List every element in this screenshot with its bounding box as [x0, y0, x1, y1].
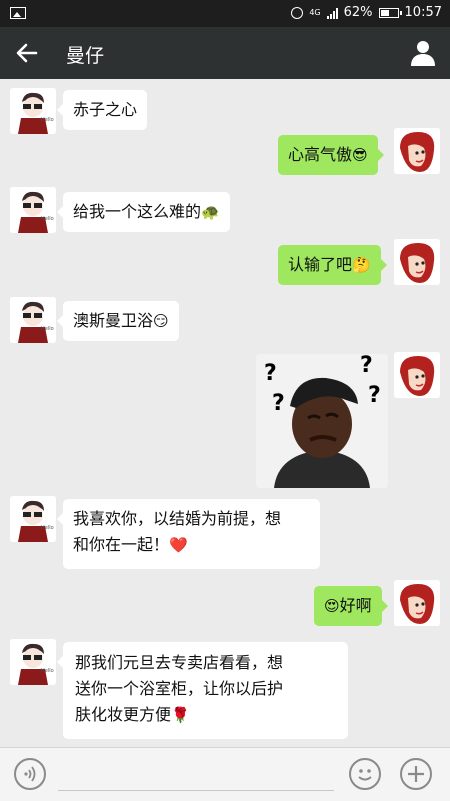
message-text: 那我们元旦去专卖店看看，想 — [75, 653, 284, 672]
message-bubble-incoming[interactable]: 给我一个这么难的🐢 — [57, 192, 230, 232]
plus-sign-icon — [408, 766, 424, 782]
cartoon-boy-avatar-icon: Hello — [10, 187, 56, 233]
contact-avatar[interactable]: Hello — [10, 496, 56, 542]
svg-text:?: ? — [360, 354, 373, 378]
svg-text:Hello: Hello — [41, 668, 54, 674]
plus-icon[interactable] — [400, 758, 432, 790]
alarm-icon — [291, 6, 304, 19]
arrow-left-icon[interactable] — [14, 40, 40, 66]
message-text: 赤子之心 — [73, 100, 138, 119]
my-avatar[interactable] — [394, 128, 440, 174]
thinking-emoji: 🤔 — [352, 256, 371, 274]
message-text: 我喜欢你，以结婚为前提，想 — [73, 509, 282, 528]
message-bubble-incoming[interactable]: 我喜欢你，以结婚为前提，想 和你在一起！❤️ — [57, 499, 320, 569]
message-bubble-incoming[interactable]: 赤子之心 — [56, 90, 148, 130]
message-text: 澳斯曼卫浴 — [73, 311, 154, 330]
message-input[interactable] — [58, 790, 334, 791]
clock: 10:57 — [404, 5, 442, 20]
message-text: 送你一个浴室柜，让你以后护 — [75, 679, 284, 698]
svg-text:Hello: Hello — [41, 216, 54, 222]
cartoon-boy-avatar-icon: Hello — [10, 297, 56, 343]
gallery-icon — [10, 7, 26, 19]
svg-text:?: ? — [264, 361, 277, 386]
signal-icon — [326, 7, 338, 19]
cartoon-boy-avatar-icon: Hello — [10, 496, 56, 542]
confused-man-sticker-icon: ? ? ? ? — [256, 354, 388, 488]
emoji-icon[interactable] — [349, 758, 381, 790]
cartoon-girl-avatar-icon — [394, 239, 440, 285]
cartoon-girl-avatar-icon — [394, 128, 440, 174]
message-bubble-outgoing[interactable]: 认输了吧🤔 — [278, 245, 387, 285]
input-bar — [0, 747, 450, 801]
my-avatar[interactable] — [394, 239, 440, 285]
message-text: 肤化妆更方便 — [75, 705, 172, 724]
svg-text:Hello: Hello — [41, 117, 54, 123]
message-bubble-incoming[interactable]: 那我们元旦去专卖店看看，想 送你一个浴室柜，让你以后护 肤化妆更方便🌹 — [57, 642, 348, 739]
chat-header: 曼仔 — [0, 27, 450, 79]
my-avatar[interactable] — [394, 352, 440, 398]
contact-avatar[interactable]: Hello — [10, 639, 56, 685]
rose-emoji: 🌹 — [171, 706, 190, 724]
turtle-emoji: 🐢 — [201, 203, 220, 221]
contact-avatar[interactable]: Hello — [10, 187, 56, 233]
cartoon-girl-avatar-icon — [394, 352, 440, 398]
chat-area[interactable]: Hello 赤子之心 心高气傲😎 Hello 给我一个这么难的🐢 认输了吧🤔 H… — [0, 79, 450, 747]
message-text: 和你在一起！ — [73, 535, 170, 554]
contact-avatar[interactable]: Hello — [10, 88, 56, 134]
my-avatar[interactable] — [394, 580, 440, 626]
cartoon-girl-avatar-icon — [394, 580, 440, 626]
network-type: 4G — [309, 7, 321, 17]
message-text: 认输了吧 — [288, 255, 353, 274]
cartoon-boy-avatar-icon: Hello — [10, 639, 56, 685]
battery-icon — [378, 7, 402, 18]
contact-avatar[interactable]: Hello — [10, 297, 56, 343]
message-bubble-outgoing[interactable]: 心高气傲😎 — [278, 135, 384, 175]
status-bar: 4G 62% 10:57 — [0, 0, 450, 27]
battery-percent: 62% — [343, 5, 373, 20]
status-right: 4G 62% 10:57 — [291, 5, 442, 20]
smiley-icon — [358, 769, 372, 781]
confused-man-sticker[interactable]: ? ? ? ? — [256, 354, 388, 488]
sunglasses-emoji: 😎 — [352, 146, 368, 164]
heart-emoji: ❤️ — [169, 536, 188, 554]
heart-eyes-emoji: 😍 — [324, 597, 340, 615]
voice-wave-icon — [24, 766, 36, 782]
svg-text:?: ? — [272, 391, 285, 416]
person-icon[interactable] — [410, 39, 436, 67]
message-text: 好啊 — [339, 596, 372, 615]
svg-text:?: ? — [368, 383, 381, 408]
cartoon-boy-avatar-icon: Hello — [10, 88, 56, 134]
message-text: 心高气傲 — [288, 145, 353, 164]
svg-text:Hello: Hello — [41, 525, 54, 531]
voice-icon[interactable] — [14, 758, 46, 790]
message-text: 给我一个这么难的 — [73, 202, 202, 221]
svg-text:Hello: Hello — [41, 326, 54, 332]
message-bubble-outgoing[interactable]: 😍好啊 — [314, 586, 388, 626]
chat-title: 曼仔 — [66, 45, 105, 67]
message-bubble-incoming[interactable]: 澳斯曼卫浴😏 — [57, 301, 179, 341]
smirk-emoji: 😏 — [153, 312, 169, 330]
